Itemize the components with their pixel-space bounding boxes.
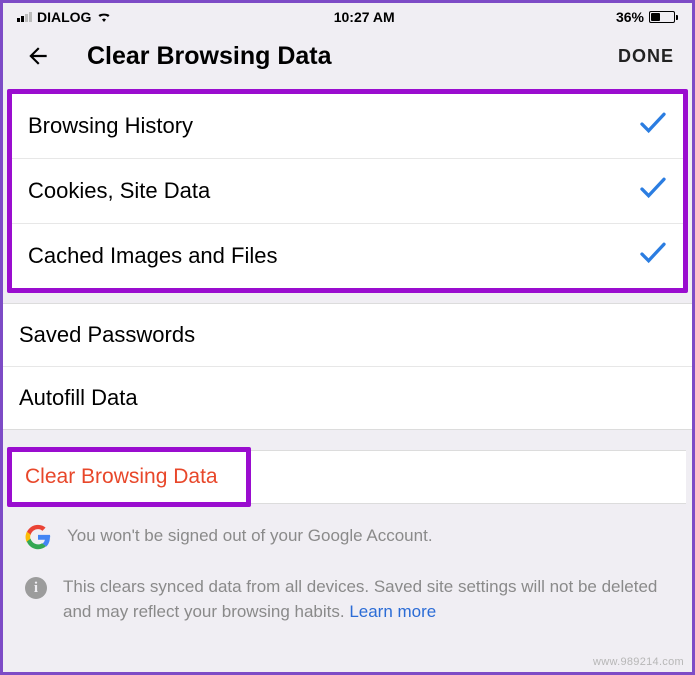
info-icon: i <box>25 577 47 599</box>
carrier-label: DIALOG <box>37 9 91 25</box>
option-browsing-history[interactable]: Browsing History <box>12 94 683 158</box>
option-label: Cookies, Site Data <box>28 178 210 204</box>
page-title: Clear Browsing Data <box>87 42 332 71</box>
wifi-icon <box>96 9 112 25</box>
option-saved-passwords[interactable]: Saved Passwords <box>3 304 692 366</box>
status-time: 10:27 AM <box>334 9 395 25</box>
google-note-text: You won't be signed out of your Google A… <box>67 524 433 549</box>
check-icon <box>639 112 667 140</box>
option-autofill[interactable]: Autofill Data <box>3 366 692 429</box>
sync-note-block: i This clears synced data from all devic… <box>3 563 692 632</box>
nav-header: Clear Browsing Data DONE <box>3 29 692 89</box>
checked-options-group: Browsing History Cookies, Site Data Cach… <box>7 89 688 293</box>
battery-percent: 36% <box>616 9 644 25</box>
check-icon <box>639 242 667 270</box>
clear-browsing-data-button[interactable]: Clear Browsing Data <box>9 450 686 504</box>
battery-icon <box>649 11 678 23</box>
learn-more-link[interactable]: Learn more <box>349 602 436 621</box>
status-right: 36% <box>616 9 678 25</box>
option-label: Cached Images and Files <box>28 243 277 269</box>
option-cached[interactable]: Cached Images and Files <box>12 223 683 288</box>
watermark: www.989214.com <box>593 656 684 668</box>
option-label: Autofill Data <box>19 385 138 411</box>
unchecked-options-group: Saved Passwords Autofill Data <box>3 303 692 430</box>
option-cookies[interactable]: Cookies, Site Data <box>12 158 683 223</box>
signal-icon <box>17 12 32 22</box>
status-bar: DIALOG 10:27 AM 36% <box>3 3 692 29</box>
status-left: DIALOG <box>17 9 112 25</box>
sync-note-text: This clears synced data from all devices… <box>63 575 670 624</box>
done-button[interactable]: DONE <box>618 46 674 67</box>
option-label: Browsing History <box>28 113 193 139</box>
clear-button-wrap: Clear Browsing Data <box>9 450 686 504</box>
back-button[interactable] <box>21 39 55 73</box>
check-icon <box>639 177 667 205</box>
option-label: Saved Passwords <box>19 322 195 348</box>
google-icon <box>25 524 51 555</box>
google-account-note: You won't be signed out of your Google A… <box>3 504 692 563</box>
